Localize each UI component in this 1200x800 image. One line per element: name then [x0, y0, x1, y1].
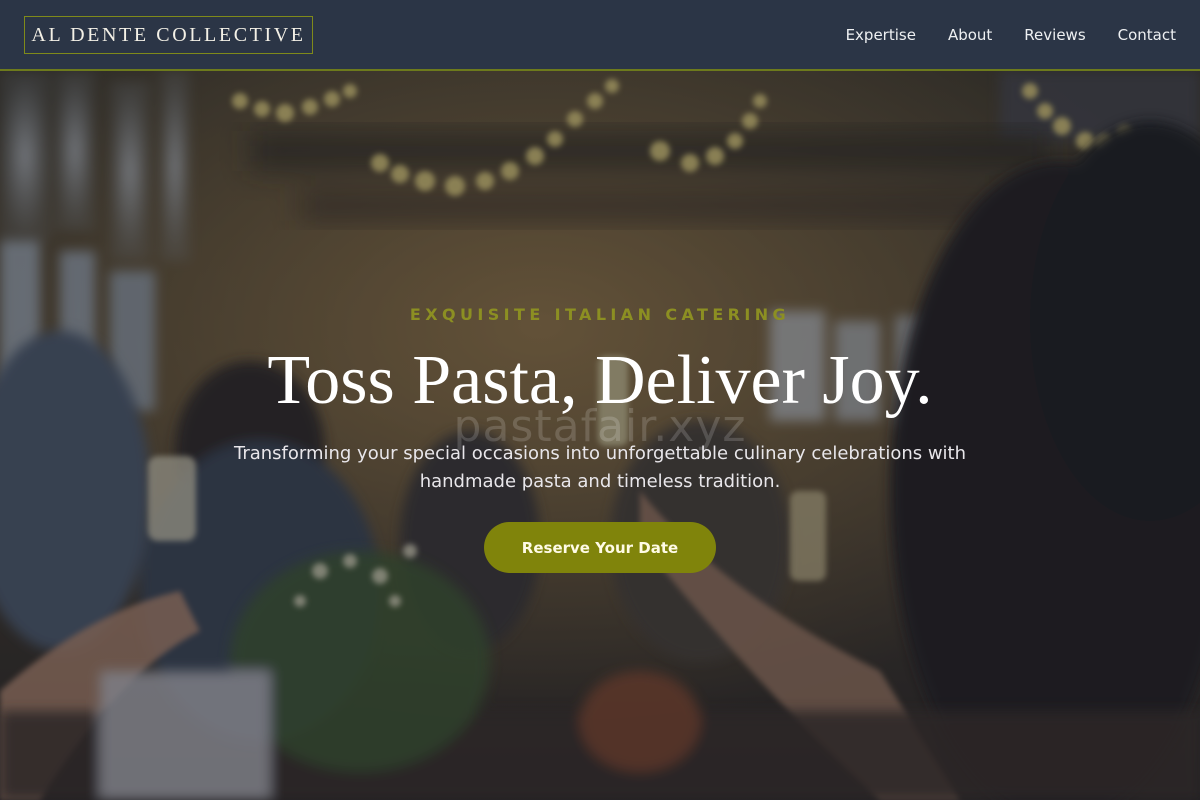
hero-section: EXQUISITE ITALIAN CATERING pastafair.xyz… — [0, 71, 1200, 800]
nav-link-contact[interactable]: Contact — [1118, 26, 1176, 44]
hero-content: EXQUISITE ITALIAN CATERING pastafair.xyz… — [0, 71, 1200, 800]
top-navigation-bar: AL DENTE COLLECTIVE Expertise About Revi… — [0, 0, 1200, 71]
nav-link-reviews[interactable]: Reviews — [1024, 26, 1085, 44]
hero-subtitle: Transforming your special occasions into… — [233, 443, 967, 492]
hero-eyebrow: EXQUISITE ITALIAN CATERING — [409, 305, 791, 324]
nav-link-expertise[interactable]: Expertise — [846, 26, 916, 44]
nav-link-about[interactable]: About — [948, 26, 992, 44]
hero-headline: Toss Pasta, Deliver Joy. — [267, 342, 933, 419]
reserve-date-button[interactable]: Reserve Your Date — [484, 522, 716, 573]
main-menu: Expertise About Reviews Contact — [814, 0, 1176, 69]
brand-logo[interactable]: AL DENTE COLLECTIVE — [24, 16, 313, 54]
